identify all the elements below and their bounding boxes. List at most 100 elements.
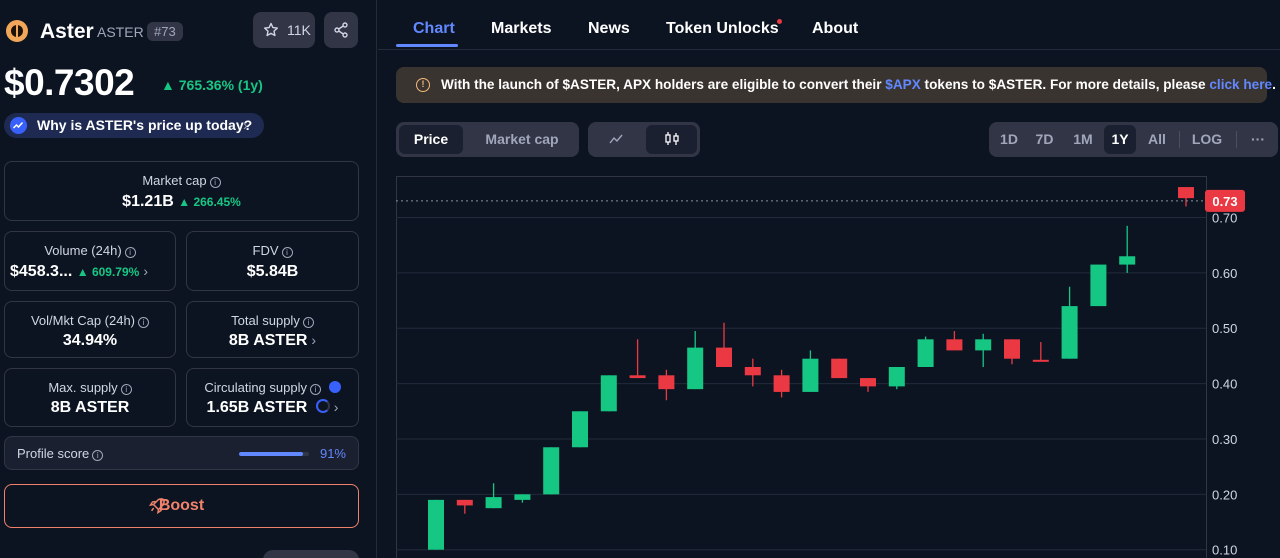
- volume-change: ▲ 609.79%: [76, 265, 140, 279]
- market-cap-change: ▲ 266.45%: [178, 195, 241, 209]
- info-circle-icon: !: [416, 78, 430, 92]
- chevron-right-icon: ›: [311, 332, 317, 348]
- candle[interactable]: [773, 369, 790, 398]
- vol-mkt-cap-label: Vol/Mkt Cap (24h): [30, 313, 136, 328]
- market-cap-card: Market cap i $1.21B ▲ 266.45%: [4, 161, 359, 221]
- click-here-link[interactable]: click here: [1209, 77, 1272, 92]
- range-log[interactable]: LOG: [1184, 125, 1230, 154]
- line-chart-button[interactable]: [591, 125, 641, 154]
- circulating-supply-card[interactable]: Circulating supply i 1.65B ASTER ›: [186, 368, 359, 427]
- boost-button[interactable]: Boost: [4, 484, 359, 528]
- toggle-market-cap[interactable]: Market cap: [468, 125, 576, 154]
- vol-mkt-cap-value: 34.94%: [62, 332, 118, 349]
- y-tick-label: 0.70: [1212, 211, 1237, 226]
- y-tick-label: 0.50: [1212, 321, 1237, 336]
- candle[interactable]: [975, 333, 992, 367]
- range-1m[interactable]: 1M: [1065, 125, 1101, 154]
- info-icon[interactable]: i: [124, 247, 136, 258]
- candle[interactable]: [485, 483, 502, 509]
- apx-link[interactable]: $APX: [885, 77, 921, 92]
- candle[interactable]: [428, 499, 444, 550]
- range-1y[interactable]: 1Y: [1104, 125, 1136, 154]
- trend-icon: [10, 117, 27, 134]
- candle[interactable]: [600, 375, 617, 412]
- candle[interactable]: [716, 322, 732, 367]
- coin-sidebar: Aster ASTER #73 11K $0.7302 ▲ 765.36% (1…: [0, 0, 377, 558]
- y-tick-label: 0.40: [1212, 377, 1237, 392]
- info-icon[interactable]: i: [281, 247, 293, 258]
- chevron-right-icon: ›: [333, 399, 339, 415]
- volume-value: $458.3...: [10, 263, 73, 280]
- line-chart-icon: [609, 134, 623, 144]
- info-icon[interactable]: i: [309, 384, 321, 395]
- chevron-right-icon: ›: [143, 263, 148, 279]
- total-supply-card[interactable]: Total supply i 8B ASTER ›: [186, 301, 359, 358]
- chart-frame: [396, 176, 1207, 558]
- candle[interactable]: [744, 358, 761, 387]
- fdv-value: $5.84B: [246, 263, 299, 280]
- rank-badge: #73: [147, 22, 183, 41]
- time-range-selector: 1D 7D 1M 1Y All LOG ···: [989, 122, 1278, 157]
- candle[interactable]: [1119, 225, 1136, 273]
- candle[interactable]: [514, 494, 531, 503]
- tab-about[interactable]: About: [812, 20, 858, 38]
- candle[interactable]: [1032, 342, 1049, 362]
- candle[interactable]: [831, 358, 848, 379]
- candle[interactable]: [946, 331, 963, 351]
- partial-button[interactable]: [263, 550, 359, 558]
- candle[interactable]: [1004, 339, 1020, 365]
- range-all[interactable]: All: [1140, 125, 1174, 154]
- profile-score-fill: [239, 452, 303, 456]
- tab-news[interactable]: News: [588, 20, 630, 38]
- info-icon[interactable]: i: [302, 317, 314, 328]
- tab-token-unlocks[interactable]: Token Unlocks: [666, 20, 779, 38]
- max-supply-label: Max. supply: [48, 380, 118, 395]
- coin-name: Aster: [40, 20, 94, 43]
- y-tick-label: 0.30: [1212, 432, 1237, 447]
- candle[interactable]: [860, 378, 876, 392]
- info-icon[interactable]: i: [209, 177, 221, 188]
- more-options-button[interactable]: ···: [1242, 125, 1274, 154]
- candle[interactable]: [1090, 264, 1107, 307]
- tab-chart[interactable]: Chart: [413, 20, 455, 38]
- price-chart[interactable]: 0.70 0.60 0.50 0.40 0.30 0.20 0.10 0.73: [396, 176, 1280, 558]
- chart-type-toggle: [588, 122, 700, 157]
- watchlist-button[interactable]: 11K: [253, 12, 315, 48]
- verified-icon: [328, 381, 341, 393]
- candle[interactable]: [456, 499, 473, 514]
- coin-symbol: ASTER: [97, 24, 144, 40]
- volume-card[interactable]: Volume (24h) i $458.3... ▲ 609.79% ›: [4, 231, 176, 291]
- candle[interactable]: [572, 411, 588, 448]
- candlestick-icon: [664, 132, 679, 145]
- range-7d[interactable]: 7D: [1027, 125, 1062, 154]
- candle[interactable]: [1061, 286, 1078, 359]
- info-icon[interactable]: i: [138, 317, 150, 328]
- coin-price: $0.7302: [4, 62, 135, 103]
- info-icon[interactable]: i: [92, 450, 104, 461]
- chevron-right-icon: ›: [243, 117, 248, 133]
- candle[interactable]: [1178, 187, 1194, 207]
- active-tab-indicator: [396, 44, 458, 47]
- market-cap-label: Market cap: [142, 173, 207, 188]
- candle[interactable]: [888, 367, 905, 390]
- profile-score-label: Profile score: [17, 446, 90, 461]
- candle[interactable]: [917, 336, 934, 367]
- fdv-label: FDV: [252, 243, 279, 258]
- info-banner: ! With the launch of $ASTER, APX holders…: [396, 67, 1276, 103]
- vol-mkt-cap-card: Vol/Mkt Cap (24h) i 34.94%: [4, 301, 176, 358]
- candle[interactable]: [629, 339, 646, 379]
- range-1d[interactable]: 1D: [993, 125, 1025, 154]
- profile-score-bar: [239, 452, 309, 456]
- candle[interactable]: [802, 350, 819, 392]
- why-price-up-button[interactable]: Why is ASTER's price up today? ›: [4, 113, 264, 138]
- toggle-price[interactable]: Price: [399, 125, 463, 154]
- candle[interactable]: [658, 369, 675, 401]
- candle[interactable]: [687, 331, 704, 390]
- share-button[interactable]: [324, 12, 358, 48]
- profile-score-value: 91%: [319, 446, 346, 461]
- info-icon[interactable]: i: [120, 384, 132, 395]
- tab-markets[interactable]: Markets: [491, 20, 551, 38]
- candlestick-chart-button[interactable]: [646, 125, 697, 154]
- profile-score[interactable]: Profile score i 91%: [4, 436, 359, 470]
- candle[interactable]: [543, 447, 560, 495]
